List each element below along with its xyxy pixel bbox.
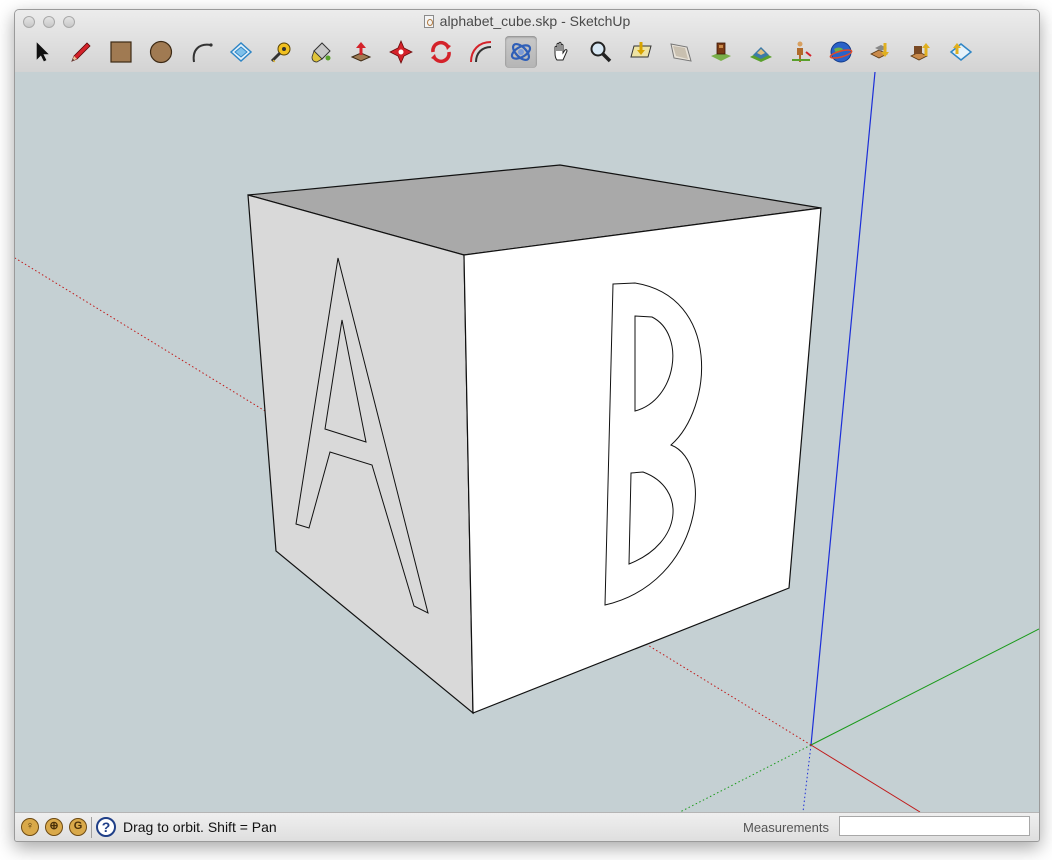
circle-icon [149, 40, 173, 64]
rectangle-icon [110, 41, 132, 63]
arc-icon [192, 43, 213, 63]
share-model-icon [910, 43, 930, 61]
zoom-extents-icon [630, 42, 652, 58]
zoom-tool[interactable] [585, 36, 617, 68]
move-icon [389, 40, 413, 64]
arrow-cursor-icon [36, 42, 49, 62]
google-earth-tool[interactable] [825, 36, 857, 68]
credits-icon[interactable]: ⊕ [45, 818, 63, 836]
status-separator [91, 817, 92, 838]
move-tool[interactable] [385, 36, 417, 68]
add-model-tool[interactable] [785, 36, 817, 68]
add-location-tool[interactable] [705, 36, 737, 68]
tape-measure-icon [270, 42, 291, 63]
push-pull-icon [350, 42, 372, 62]
paint-bucket-tool[interactable] [305, 36, 337, 68]
terrain-icon [750, 47, 772, 62]
pan-tool[interactable] [545, 36, 577, 68]
title-bar: alphabet_cube.skp - SketchUp [15, 10, 1039, 73]
select-tool[interactable] [25, 36, 57, 68]
orbit-icon [510, 42, 532, 62]
sketchup-window: alphabet_cube.skp - SketchUp ♀ ⊕ G ? Dra… [14, 9, 1040, 842]
figure-icon [792, 41, 812, 62]
share-model-tool[interactable] [905, 36, 937, 68]
push-pull-tool[interactable] [345, 36, 377, 68]
google-signin-icon[interactable]: G [69, 818, 87, 836]
modeling-viewport[interactable] [15, 71, 1039, 813]
measurements-label: Measurements [743, 820, 829, 835]
previous-view-tool[interactable] [665, 36, 697, 68]
make-component-tool[interactable] [225, 36, 257, 68]
get-models-tool[interactable] [865, 36, 897, 68]
orbit-tool[interactable] [505, 36, 537, 68]
share-component-icon [949, 43, 973, 61]
line-tool[interactable] [65, 36, 97, 68]
status-bar: ♀ ⊕ G ? Drag to orbit. Shift = Pan Measu… [15, 812, 1039, 841]
status-hint-text: Drag to orbit. Shift = Pan [123, 819, 277, 835]
rectangle-tool[interactable] [105, 36, 137, 68]
toggle-terrain-tool[interactable] [745, 36, 777, 68]
paint-bucket-icon [311, 42, 331, 63]
zoom-extents-tool[interactable] [625, 36, 657, 68]
document-icon [423, 15, 434, 28]
scene-canvas[interactable] [15, 71, 1039, 813]
window-title: alphabet_cube.skp - SketchUp [439, 13, 631, 29]
help-icon[interactable]: ? [96, 817, 116, 837]
extension-warehouse-tool[interactable] [945, 36, 977, 68]
circle-tool[interactable] [145, 36, 177, 68]
offset-icon [470, 41, 492, 63]
window-title-area: alphabet_cube.skp - SketchUp [15, 13, 1039, 29]
hand-icon [554, 41, 568, 61]
rotate-icon [431, 40, 451, 64]
location-icon [711, 42, 731, 61]
measurements-input[interactable] [839, 816, 1030, 836]
component-icon [229, 41, 253, 63]
get-models-icon [870, 43, 889, 59]
pencil-icon [71, 42, 91, 62]
offset-tool[interactable] [465, 36, 497, 68]
arc-tool[interactable] [185, 36, 217, 68]
magnifier-icon [590, 41, 612, 63]
geo-location-icon[interactable]: ♀ [21, 818, 39, 836]
globe-icon [829, 41, 853, 63]
previous-view-icon [670, 43, 692, 62]
tape-measure-tool[interactable] [265, 36, 297, 68]
rotate-tool[interactable] [425, 36, 457, 68]
